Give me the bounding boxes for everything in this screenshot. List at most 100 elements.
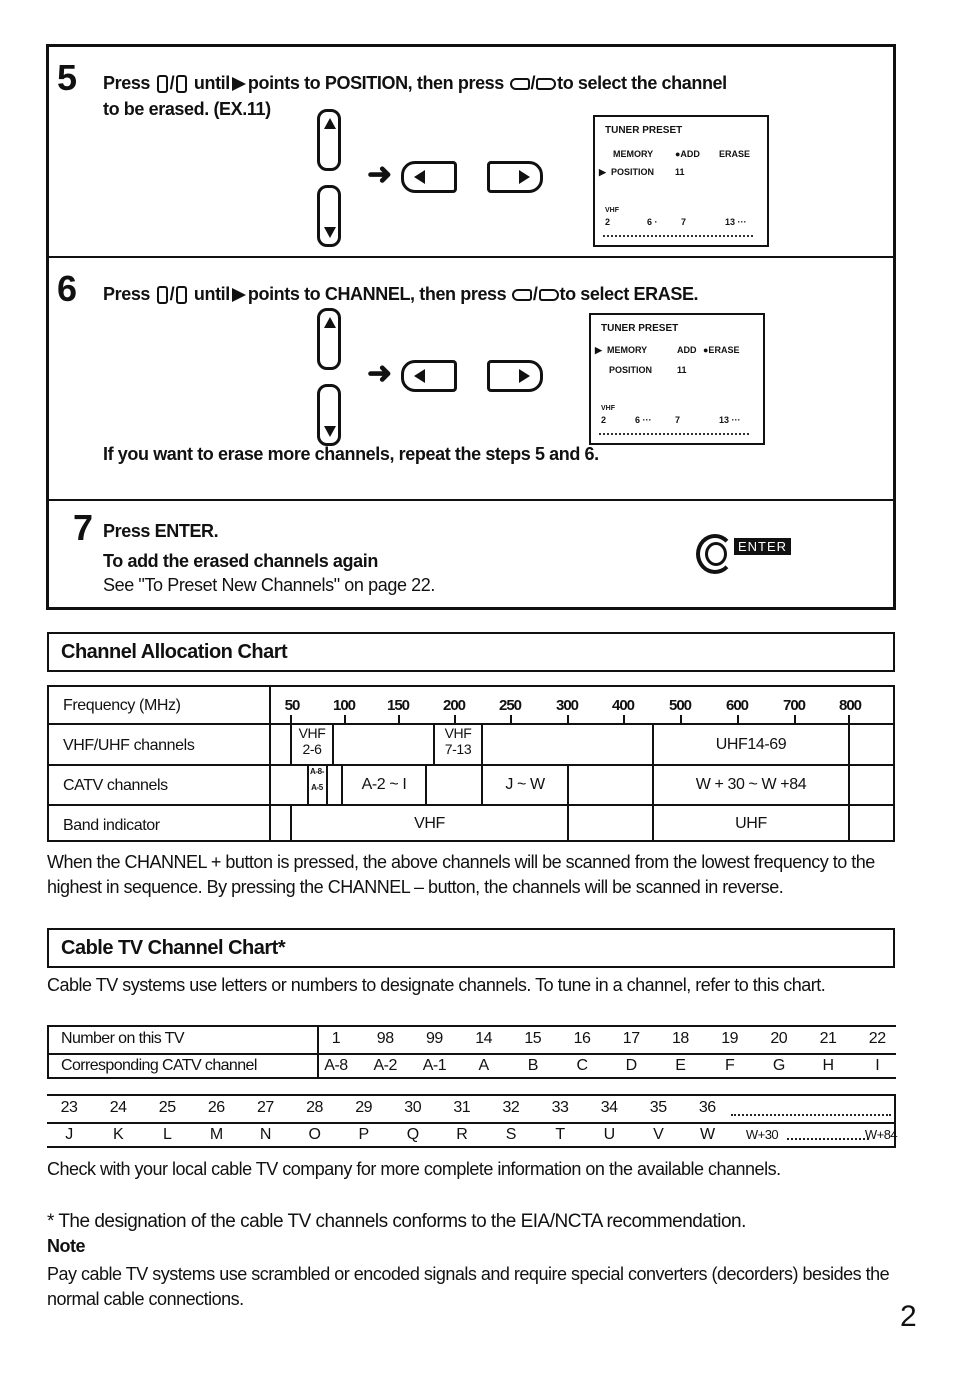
step-number: 6 bbox=[57, 268, 77, 309]
remote-up-button bbox=[317, 308, 341, 370]
catv-channel: H bbox=[822, 1057, 834, 1074]
catv-channel: Q bbox=[406, 1126, 419, 1143]
catv-channel: A-2 bbox=[373, 1057, 397, 1074]
allocation-description: When the CHANNEL + button is pressed, th… bbox=[47, 852, 875, 897]
tv-number: 31 bbox=[453, 1099, 471, 1116]
catv-channel: C bbox=[576, 1057, 588, 1074]
catv-channel: A bbox=[478, 1057, 490, 1074]
step-subtitle: To add the erased channels again bbox=[103, 551, 378, 571]
catv-channel: M bbox=[209, 1126, 223, 1143]
left-button-icon bbox=[509, 78, 530, 91]
down-button-icon bbox=[176, 75, 188, 94]
tv-number: 19 bbox=[721, 1030, 738, 1047]
tv-number: 14 bbox=[475, 1030, 492, 1047]
freq-tick: 400 bbox=[611, 697, 635, 714]
page-number: 2 bbox=[900, 1300, 917, 1333]
freq-tick: 150 bbox=[386, 697, 410, 714]
step-number: 5 bbox=[57, 57, 77, 98]
tv-number: 36 bbox=[698, 1099, 716, 1116]
tv-number: 22 bbox=[868, 1030, 886, 1047]
remote-right-button bbox=[487, 161, 543, 193]
freq-tick: 250 bbox=[498, 697, 522, 714]
freq-tick: 200 bbox=[442, 697, 466, 714]
step-instruction: Press / until points to POSITION, then pr… bbox=[103, 73, 727, 94]
continuation-dots bbox=[731, 1114, 891, 1116]
catv-channel: I bbox=[875, 1057, 880, 1074]
remote-left-button bbox=[401, 360, 457, 392]
step-number: 7 bbox=[73, 507, 93, 548]
freq-tick: 300 bbox=[555, 697, 579, 714]
cable-channel-table-1: Number on this TV Corresponding CATV cha… bbox=[47, 1025, 896, 1079]
remote-right-button bbox=[487, 360, 543, 392]
catv-channel: G bbox=[772, 1057, 785, 1074]
catv-channel: D bbox=[625, 1057, 638, 1074]
steps-box: 5 Press / until points to POSITION, then … bbox=[46, 44, 896, 610]
tv-number: 23 bbox=[60, 1099, 78, 1116]
remote-up-button bbox=[317, 109, 341, 171]
step-5: 5 Press / until points to POSITION, then … bbox=[49, 47, 893, 258]
tv-number: 30 bbox=[404, 1099, 422, 1116]
catv-channel: O bbox=[308, 1126, 321, 1143]
channel-scale-dots bbox=[599, 433, 749, 435]
down-button-icon bbox=[176, 286, 188, 305]
tv-number: 20 bbox=[770, 1030, 788, 1047]
tv-number: 21 bbox=[819, 1030, 837, 1047]
tv-number: 32 bbox=[502, 1099, 520, 1116]
catv-channel: L bbox=[162, 1126, 172, 1143]
freq-tick: 500 bbox=[668, 697, 692, 714]
note-text: Pay cable TV systems use scrambled or en… bbox=[47, 1264, 890, 1309]
tv-number: 99 bbox=[425, 1030, 443, 1047]
step-reference: See "To Preset New Channels" on page 22. bbox=[103, 575, 435, 595]
catv-channel: R bbox=[456, 1126, 468, 1143]
cable-channel-table-2: 23 24 25 26 27 28 29 30 31 32 33 34 35 36 J K L M N O P Q R S T… bbox=[47, 1094, 898, 1148]
tv-number: 98 bbox=[376, 1030, 394, 1047]
catv-channel: W bbox=[699, 1126, 715, 1143]
catv-channel: N bbox=[259, 1126, 272, 1143]
right-button-icon bbox=[538, 289, 559, 302]
freq-tick: 700 bbox=[782, 697, 806, 714]
tuner-preset-screen: TUNER PRESET MEMORY ●ADD ERASE ▶ POSITIO… bbox=[593, 115, 769, 247]
tuner-preset-screen: TUNER PRESET ▶ MEMORY ADD ●ERASE POSITIO… bbox=[589, 313, 765, 445]
check-note: Check with your local cable TV company f… bbox=[47, 1159, 781, 1179]
remote-down-button bbox=[317, 384, 341, 446]
tv-number: 27 bbox=[256, 1099, 274, 1116]
tv-number: 24 bbox=[109, 1099, 127, 1116]
tv-number: 1 bbox=[331, 1030, 341, 1047]
note-title: Note bbox=[47, 1236, 86, 1256]
tv-number: 28 bbox=[306, 1099, 323, 1116]
channel-scale-dots bbox=[603, 235, 753, 237]
remote-down-button bbox=[317, 185, 341, 247]
footnote: * The designation of the cable TV channe… bbox=[47, 1211, 746, 1232]
freq-tick: 800 bbox=[838, 697, 862, 714]
tv-number: 29 bbox=[355, 1099, 372, 1116]
tv-number: 17 bbox=[622, 1030, 640, 1047]
tv-number: 26 bbox=[207, 1099, 225, 1116]
remote-left-button bbox=[401, 161, 457, 193]
repeat-note: If you want to erase more channels, repe… bbox=[103, 444, 599, 464]
continuation-dots bbox=[787, 1138, 869, 1140]
arrow-right-icon: ➜ bbox=[367, 357, 393, 390]
step-title: Press ENTER. bbox=[103, 521, 219, 541]
allocation-chart-title: Channel Allocation Chart bbox=[47, 632, 895, 672]
step-6: 6 Press / until points to CHANNEL, then p… bbox=[49, 258, 893, 501]
tv-number: 35 bbox=[649, 1099, 667, 1116]
right-button-icon bbox=[536, 78, 557, 91]
left-button-icon bbox=[511, 289, 532, 302]
freq-tick: 600 bbox=[725, 697, 749, 714]
catv-channel: T bbox=[555, 1126, 565, 1143]
catv-channel: A-1 bbox=[422, 1057, 447, 1074]
catv-channel: U bbox=[603, 1126, 616, 1143]
pointer-icon bbox=[231, 288, 246, 303]
up-button-icon bbox=[156, 75, 168, 94]
arrow-right-icon: ➜ bbox=[367, 158, 393, 191]
pointer-icon bbox=[231, 77, 246, 92]
enter-button-icon: ENTER bbox=[696, 534, 806, 574]
cable-chart-title: Cable TV Channel Chart* bbox=[47, 928, 895, 968]
catv-channel: E bbox=[675, 1057, 686, 1074]
freq-tick: 50 bbox=[284, 697, 301, 714]
tv-number: 16 bbox=[573, 1030, 591, 1047]
tv-number: 15 bbox=[524, 1030, 542, 1047]
step-instruction-line2: to be erased. (EX.11) bbox=[103, 99, 271, 119]
tv-number: 34 bbox=[600, 1099, 618, 1116]
tv-number: 33 bbox=[551, 1099, 569, 1116]
